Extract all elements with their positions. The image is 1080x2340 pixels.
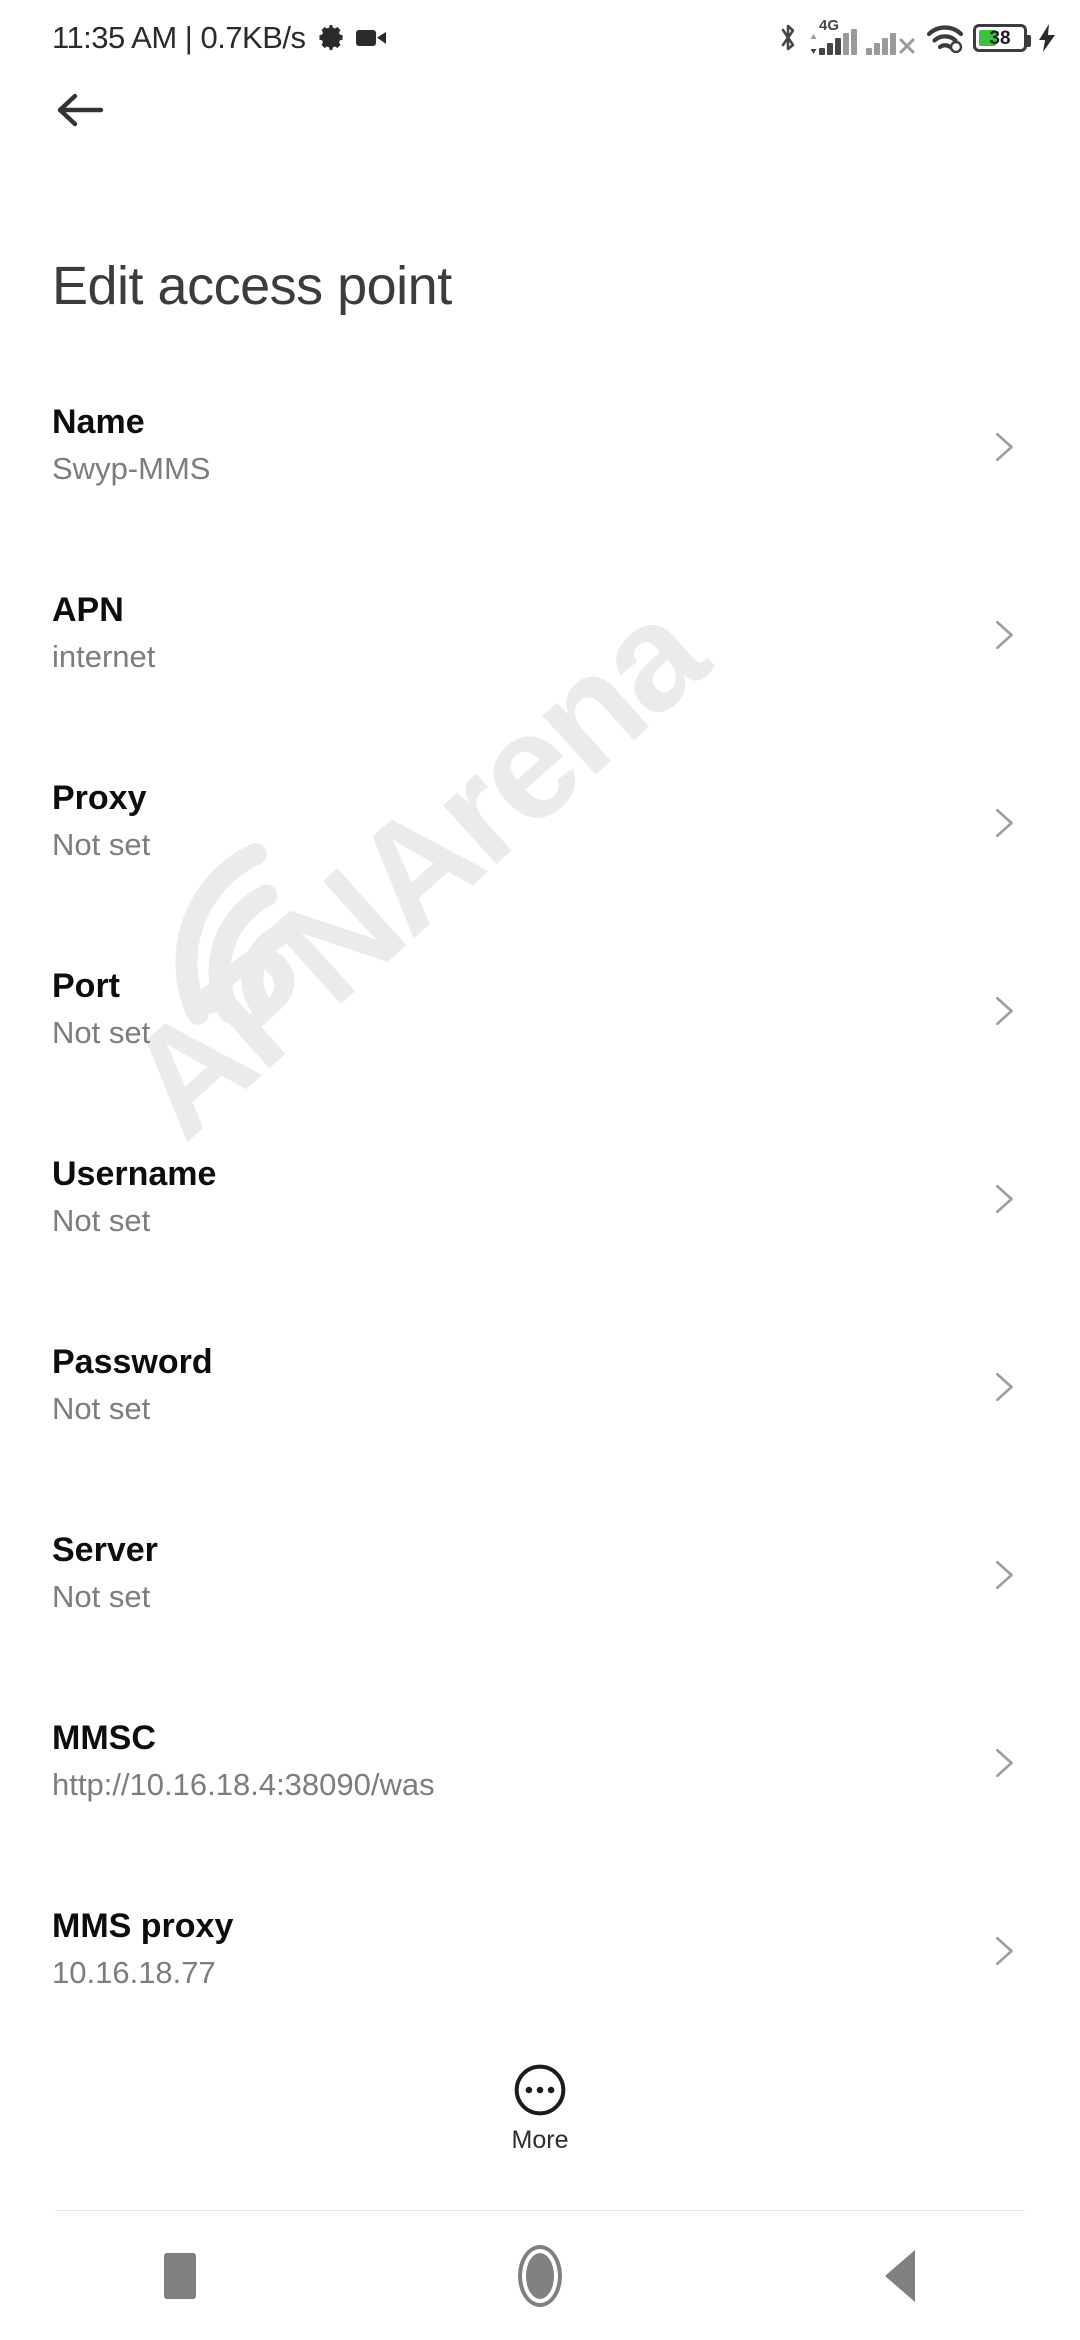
page-title: Edit access point — [52, 256, 452, 316]
back-triangle-icon — [885, 2249, 915, 2302]
bluetooth-icon — [781, 24, 795, 51]
signal-bars-secondary — [866, 29, 896, 55]
list-item-title: Name — [52, 403, 145, 441]
nav-home-button[interactable] — [450, 2211, 630, 2340]
status-bar-right: 4G 38 — [776, 12, 1058, 64]
battery-icon: 38 — [973, 24, 1031, 52]
chevron-right-icon — [995, 1372, 1013, 1402]
settings-list: Name Swyp-MMS APN internet Proxy Not set… — [0, 403, 1080, 2096]
list-item-server[interactable]: Server Not set — [0, 1531, 1080, 1720]
list-item-title: Password — [52, 1343, 213, 1381]
list-item-value: Swyp-MMS — [52, 451, 211, 486]
chevron-right-icon — [995, 1560, 1013, 1590]
list-item-title: MMSC — [52, 1719, 156, 1757]
system-navigation-bar — [0, 2211, 1080, 2340]
data-transfer-arrows-icon — [810, 34, 817, 54]
list-item-title: MMS proxy — [52, 1907, 234, 1945]
chevron-right-icon — [995, 808, 1013, 838]
chevron-right-icon — [995, 996, 1013, 1026]
list-item-title: Port — [52, 967, 120, 1005]
home-circle-icon — [518, 2244, 562, 2307]
cellular-signal-no-service-icon — [866, 21, 917, 55]
list-item-title: Proxy — [52, 779, 147, 817]
list-item-proxy[interactable]: Proxy Not set — [0, 779, 1080, 968]
list-item-username[interactable]: Username Not set — [0, 1155, 1080, 1344]
list-item-value: Not set — [52, 1203, 151, 1238]
list-item-port[interactable]: Port Not set — [0, 967, 1080, 1156]
no-service-x-icon — [899, 38, 915, 54]
list-item-value: internet — [52, 639, 156, 674]
status-bar-left: 11:35 AM | 0.7KB/s — [52, 14, 388, 62]
charging-bolt-icon — [1039, 24, 1055, 52]
chevron-right-icon — [995, 1936, 1013, 1966]
more-label: More — [511, 2126, 569, 2154]
status-bar: 11:35 AM | 0.7KB/s 4G 38 — [0, 0, 1080, 78]
battery-level-label: 38 — [989, 27, 1011, 49]
back-button[interactable] — [42, 72, 118, 148]
more-button[interactable]: More — [0, 2030, 1080, 2210]
video-camera-icon — [355, 30, 386, 46]
chevron-right-icon — [995, 620, 1013, 650]
list-item-value: http://10.16.18.4:38090/was — [52, 1767, 435, 1802]
phone-screen: APNArena 11:35 AM | 0.7KB/s 4G 38 Edit a… — [0, 0, 1080, 2340]
chevron-right-icon — [995, 432, 1013, 462]
list-item-password[interactable]: Password Not set — [0, 1343, 1080, 1532]
gear-icon — [318, 25, 343, 51]
list-item-value: Not set — [52, 1579, 151, 1614]
chevron-right-icon — [995, 1748, 1013, 1778]
network-generation-label: 4G — [819, 17, 840, 34]
list-item-title: Username — [52, 1155, 217, 1193]
nav-recents-button[interactable] — [90, 2211, 270, 2340]
chevron-right-icon — [995, 1184, 1013, 1214]
list-item-title: APN — [52, 591, 124, 629]
list-item-title: Server — [52, 1531, 158, 1569]
more-overflow-circle-icon — [514, 2064, 566, 2116]
list-item-name[interactable]: Name Swyp-MMS — [0, 403, 1080, 592]
list-item-mmsc[interactable]: MMSC http://10.16.18.4:38090/was — [0, 1719, 1080, 1908]
nav-back-button[interactable] — [810, 2211, 990, 2340]
list-item-value: Not set — [52, 1015, 151, 1050]
recents-square-icon — [164, 2252, 196, 2299]
wifi-icon — [926, 25, 964, 53]
list-item-apn[interactable]: APN internet — [0, 591, 1080, 780]
arrow-left-icon — [57, 93, 104, 127]
status-bar-clock-and-speed: 11:35 AM | 0.7KB/s — [52, 20, 306, 55]
list-item-value: Not set — [52, 827, 151, 862]
cellular-signal-icon: 4G — [809, 17, 857, 55]
list-item-value: Not set — [52, 1391, 151, 1426]
list-item-value: 10.16.18.77 — [52, 1955, 216, 1990]
